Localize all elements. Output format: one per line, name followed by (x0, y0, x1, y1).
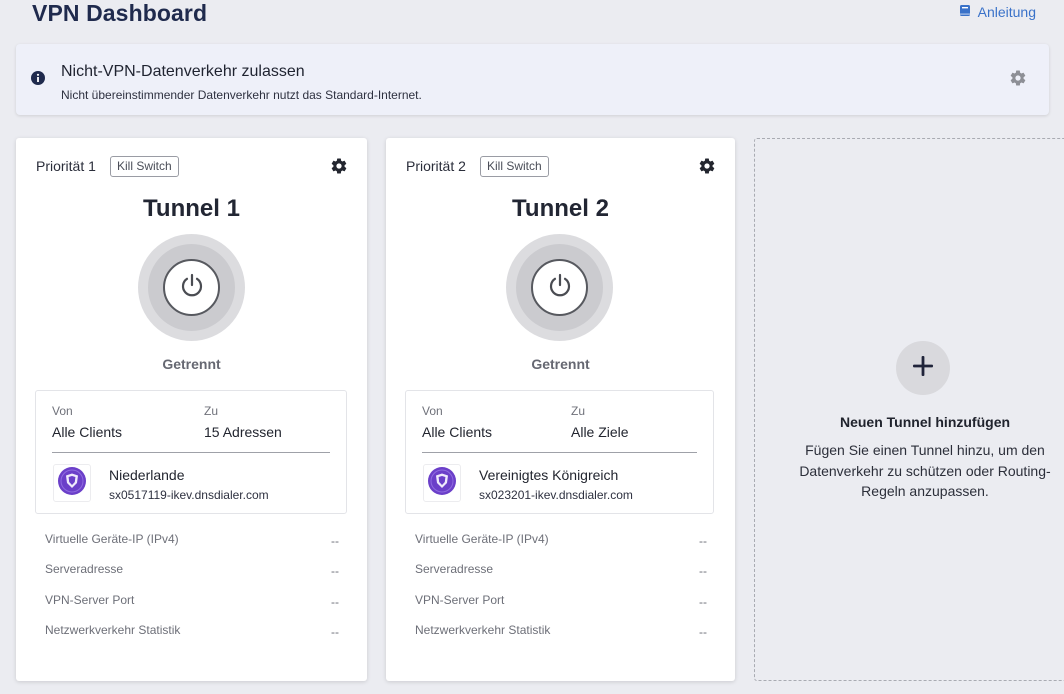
stat-value: -- (699, 595, 707, 609)
route-divider (52, 452, 330, 453)
kill-switch-badge: Kill Switch (110, 156, 179, 177)
stat-row-virtual-ip: Virtuelle Geräte-IP (IPv4) -- (415, 532, 707, 550)
tunnel-card-1: Priorität 1 Kill Switch Tunnel 1 Getrenn… (16, 138, 367, 681)
tunnel-title: Tunnel 2 (512, 195, 609, 222)
to-label: Zu (571, 404, 586, 418)
kill-switch-badge: Kill Switch (480, 156, 549, 177)
priority-label: Priorität 1 (36, 158, 96, 174)
stat-row-traffic-stats: Netzwerkverkehr Statistik -- (45, 623, 339, 641)
shield-icon (57, 466, 87, 501)
add-tunnel-title: Neuen Tunnel hinzufügen (839, 414, 1011, 430)
stat-row-traffic-stats: Netzwerkverkehr Statistik -- (415, 623, 707, 641)
stat-label: VPN-Server Port (45, 593, 135, 607)
tunnel-card-2: Priorität 2 Kill Switch Tunnel 2 Getrenn… (386, 138, 735, 681)
stat-label: VPN-Server Port (415, 593, 505, 607)
route-box[interactable]: Von Zu Alle Clients 15 Adressen Niederla… (35, 390, 347, 514)
info-icon (31, 71, 45, 90)
guide-link[interactable]: Anleitung (959, 4, 1036, 20)
banner-title: Nicht-VPN-Datenverkehr zulassen (61, 63, 305, 80)
vpn-server-badge (423, 464, 461, 502)
power-icon (179, 272, 205, 303)
stat-value: -- (699, 564, 707, 578)
connection-status: Getrennt (531, 356, 590, 372)
stat-value: -- (699, 534, 707, 548)
power-ring (138, 234, 245, 341)
server-host: sx023201-ikev.dnsdialer.com (479, 488, 633, 502)
to-value: Alle Ziele (571, 424, 629, 440)
stat-row-server-port: VPN-Server Port -- (415, 593, 707, 611)
server-host: sx0517119-ikev.dnsdialer.com (109, 488, 269, 502)
stat-value: -- (699, 625, 707, 639)
stat-row-server-address: Serveradresse -- (45, 562, 339, 580)
stat-row-server-address: Serveradresse -- (415, 562, 707, 580)
guide-link-label: Anleitung (977, 4, 1036, 20)
power-button[interactable] (531, 259, 588, 316)
gear-icon[interactable] (330, 157, 348, 180)
stat-row-server-port: VPN-Server Port -- (45, 593, 339, 611)
connection-status: Getrennt (162, 356, 221, 372)
stat-row-virtual-ip: Virtuelle Geräte-IP (IPv4) -- (45, 532, 339, 550)
route-divider (422, 452, 697, 453)
stat-label: Netzwerkverkehr Statistik (415, 623, 551, 637)
stat-label: Serveradresse (415, 562, 494, 576)
plus-icon (912, 355, 934, 382)
from-label: Von (52, 404, 73, 418)
stat-value: -- (331, 625, 339, 639)
server-country: Niederlande (109, 467, 185, 483)
shield-icon (427, 466, 457, 501)
add-tunnel-description: Fügen Sie einen Tunnel hinzu, um den Dat… (799, 442, 1051, 499)
to-value: 15 Adressen (204, 424, 282, 440)
gear-icon[interactable] (1009, 69, 1027, 92)
gear-icon[interactable] (698, 157, 716, 180)
vpn-server-badge (53, 464, 91, 502)
route-box[interactable]: Von Zu Alle Clients Alle Ziele Vereinigt… (405, 390, 714, 514)
non-vpn-traffic-banner: Nicht-VPN-Datenverkehr zulassen Nicht üb… (16, 44, 1049, 115)
stat-value: -- (331, 534, 339, 548)
banner-subtitle: Nicht übereinstimmender Datenverkehr nut… (61, 88, 422, 102)
priority-label: Priorität 2 (406, 158, 466, 174)
to-label: Zu (204, 404, 219, 418)
power-icon (547, 272, 573, 303)
stat-label: Virtuelle Geräte-IP (IPv4) (45, 532, 179, 546)
stat-value: -- (331, 595, 339, 609)
stat-label: Serveradresse (45, 562, 124, 576)
stat-label: Virtuelle Geräte-IP (IPv4) (415, 532, 549, 546)
add-tunnel-button[interactable] (896, 341, 950, 395)
page-title: VPN Dashboard (32, 0, 208, 26)
server-country: Vereinigtes Königreich (479, 467, 619, 483)
from-value: Alle Clients (52, 424, 123, 440)
book-icon (959, 4, 971, 20)
power-ring (506, 234, 613, 341)
add-tunnel-card[interactable]: Neuen Tunnel hinzufügen Fügen Sie einen … (754, 138, 1064, 681)
from-label: Von (422, 404, 443, 418)
stat-label: Netzwerkverkehr Statistik (45, 623, 181, 637)
power-button[interactable] (163, 259, 220, 316)
tunnel-title: Tunnel 1 (143, 195, 240, 222)
from-value: Alle Clients (422, 424, 493, 440)
stat-value: -- (331, 564, 339, 578)
